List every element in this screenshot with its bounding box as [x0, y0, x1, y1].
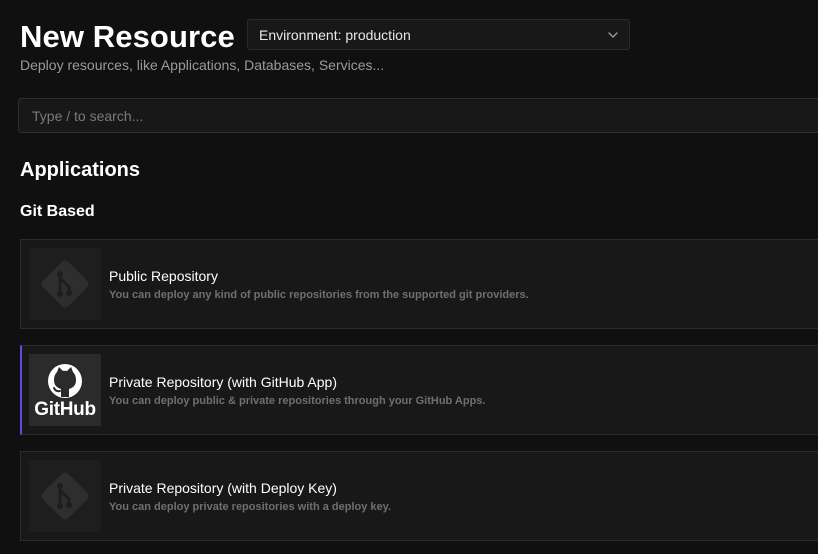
- private-repository-deploy-key-card[interactable]: Private Repository (with Deploy Key) You…: [20, 451, 818, 541]
- public-repository-card[interactable]: Public Repository You can deploy any kin…: [20, 239, 818, 329]
- private-repository-github-app-card[interactable]: GitHub Private Repository (with GitHub A…: [20, 345, 818, 435]
- git-icon: [29, 460, 101, 532]
- page-subtitle: Deploy resources, like Applications, Dat…: [20, 57, 385, 73]
- chevron-down-icon: [608, 32, 618, 38]
- card-title: Public Repository: [109, 268, 218, 284]
- card-title: Private Repository (with Deploy Key): [109, 480, 337, 496]
- card-description: You can deploy private repositories with…: [109, 501, 392, 513]
- github-logo-text: GitHub: [34, 399, 96, 420]
- card-title: Private Repository (with GitHub App): [109, 374, 337, 390]
- git-based-heading: Git Based: [20, 203, 95, 220]
- environment-select-value: Environment: production: [259, 26, 411, 43]
- card-description: You can deploy public & private reposito…: [109, 395, 486, 407]
- card-description: You can deploy any kind of public reposi…: [109, 289, 529, 301]
- git-icon: [29, 248, 101, 320]
- environment-select[interactable]: Environment: production: [247, 19, 630, 50]
- github-logo: GitHub: [29, 354, 101, 426]
- page-title: New Resource: [20, 19, 235, 54]
- applications-heading: Applications: [20, 159, 141, 181]
- new-resource-page: New Resource Environment: production Dep…: [0, 0, 818, 554]
- search-input[interactable]: [18, 98, 818, 133]
